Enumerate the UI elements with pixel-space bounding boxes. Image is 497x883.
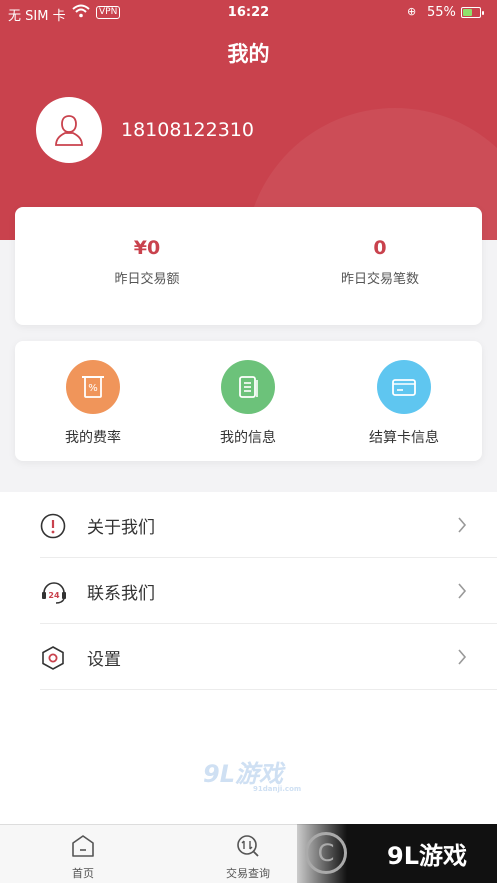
info-icon: [40, 513, 66, 543]
card-icon: [377, 360, 431, 414]
transaction-query-icon: [237, 835, 259, 857]
stats-card: ¥0 昨日交易额 0 昨日交易笔数: [15, 207, 482, 325]
stat-value: 0: [373, 237, 387, 259]
chevron-right-icon: [457, 649, 467, 669]
battery-percent: 55%: [427, 5, 456, 20]
rotation-lock-icon: ⊕: [407, 5, 417, 18]
rate-icon: %: [66, 360, 120, 414]
tab-home[interactable]: 首页: [43, 834, 123, 881]
support-24-icon: 24: [40, 579, 68, 609]
home-icon: [72, 835, 94, 857]
info-doc-icon: [221, 360, 275, 414]
user-phone: 18108122310: [121, 119, 254, 141]
status-time: 16:22: [227, 5, 270, 20]
user-icon: [55, 115, 83, 146]
shortcut-my-rate[interactable]: % 我的费率: [33, 360, 153, 447]
watermark-text: 9L游戏: [203, 760, 283, 788]
settings-hex-icon: [40, 645, 66, 675]
shortcut-label: 结算卡信息: [369, 430, 439, 446]
page-title: 我的: [227, 42, 270, 66]
chevron-right-icon: [457, 583, 467, 603]
battery-icon: [461, 7, 484, 18]
watermark-sub: 91danji.com: [253, 785, 302, 793]
menu-item-label: 关于我们: [87, 518, 155, 538]
avatar[interactable]: [36, 97, 102, 163]
shortcut-settlement-card[interactable]: 结算卡信息: [344, 360, 464, 447]
shortcut-label: 我的费率: [65, 430, 121, 446]
chevron-right-icon: [457, 517, 467, 537]
stat-value: ¥0: [133, 237, 161, 259]
stat-label: 昨日交易笔数: [340, 272, 419, 287]
stat-yesterday-count[interactable]: 0 昨日交易笔数: [280, 237, 480, 287]
cc-logo-icon: C: [305, 832, 347, 874]
menu-item-label: 设置: [87, 650, 121, 670]
shortcut-label: 我的信息: [220, 430, 276, 446]
status-bar: 无 SIM 卡 VPN 16:22 ⊕ 55%: [0, 0, 497, 26]
support-badge: 24: [48, 591, 60, 600]
menu-item-settings[interactable]: 设置: [40, 624, 497, 690]
menu-list: 关于我们 24 联系我们 设置 9L游戏 91danji.com: [0, 492, 497, 824]
svg-text:%: %: [88, 383, 98, 394]
tab-label: 交易查询: [226, 867, 270, 880]
watermark-logo: 9L游戏 91danji.com: [203, 754, 301, 793]
menu-item-contact-us[interactable]: 24 联系我们: [40, 558, 497, 624]
stat-label: 昨日交易额: [114, 272, 180, 287]
brand-text: 9L游戏: [387, 842, 467, 870]
shortcut-my-info[interactable]: 我的信息: [188, 360, 308, 447]
menu-item-label: 联系我们: [87, 584, 155, 604]
shortcuts-card: % 我的费率 我的信息 结算卡信息: [15, 341, 482, 461]
menu-item-about-us[interactable]: 关于我们: [40, 492, 497, 558]
brand-overlay: C 9L游戏: [297, 824, 497, 883]
tab-label: 首页: [72, 867, 94, 880]
stat-yesterday-amount[interactable]: ¥0 昨日交易额: [47, 237, 247, 287]
tab-transaction-query[interactable]: 交易查询: [208, 834, 288, 881]
